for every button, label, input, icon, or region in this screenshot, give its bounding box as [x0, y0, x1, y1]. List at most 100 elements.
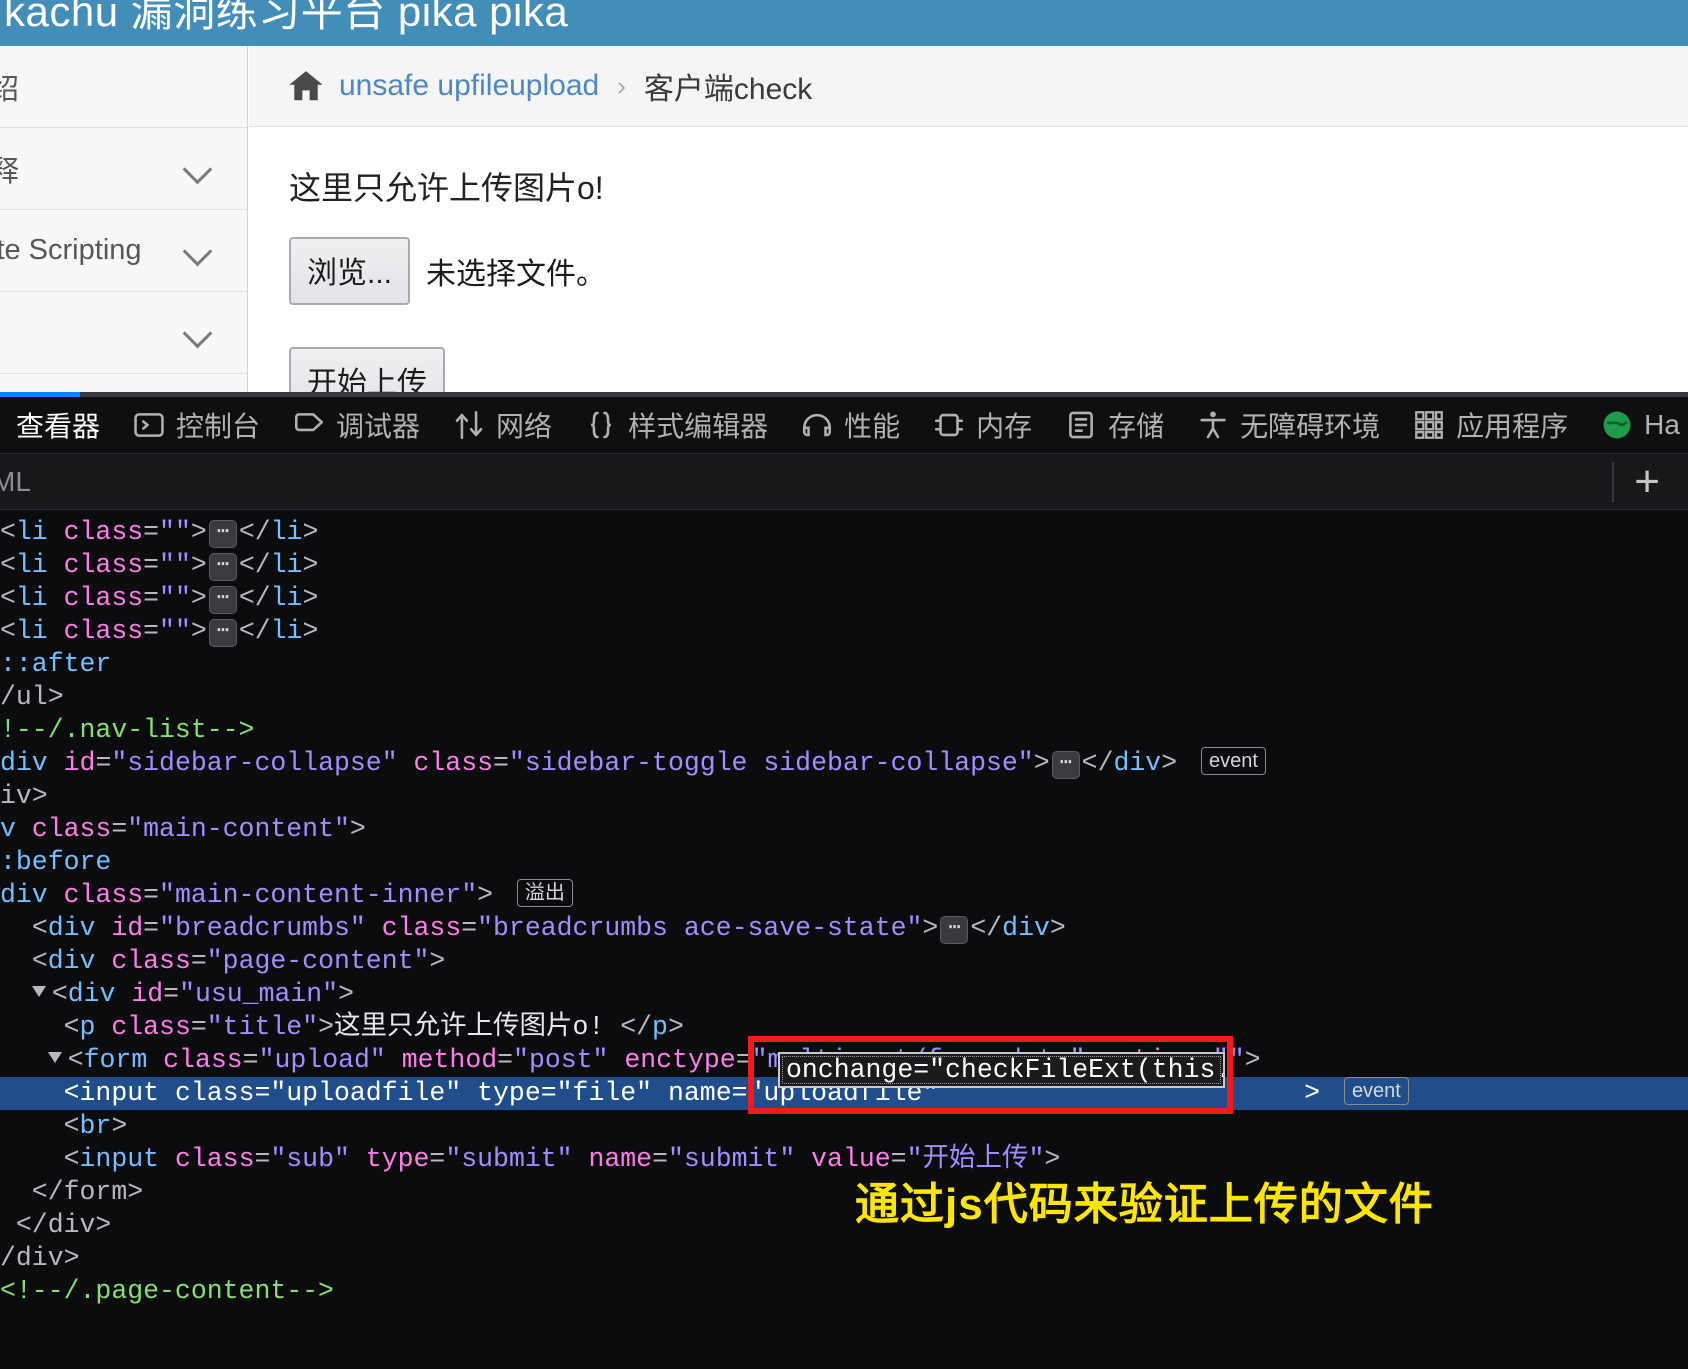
- comment-nav-list: !--/.nav-list-->: [0, 715, 255, 745]
- markup-row-title-p[interactable]: <p class="title">这里只允许上传图片o! </p>: [0, 1011, 1688, 1044]
- markup-row-br[interactable]: <br>: [0, 1110, 1688, 1143]
- memory-label: 内存: [976, 411, 1033, 442]
- markup-row[interactable]: </form>: [0, 1176, 1688, 1209]
- markup-row-page-content[interactable]: <div class="page-content">: [0, 945, 1688, 978]
- hackbar-label: Ha: [1644, 409, 1680, 440]
- markup-row[interactable]: /div>: [0, 1242, 1688, 1275]
- tab-network[interactable]: 网络: [436, 397, 568, 453]
- markup-row-input-submit[interactable]: <input class="sub" type="submit" name="s…: [0, 1143, 1688, 1176]
- debugger-label: 调试器: [336, 411, 421, 442]
- tab-storage[interactable]: 存储: [1048, 397, 1180, 453]
- markup-row-comment[interactable]: <!--/.page-content-->: [0, 1275, 1688, 1308]
- close-ul: /ul>: [0, 682, 64, 712]
- sidebar-item-1[interactable]: 释: [0, 128, 247, 210]
- style-editor-label: 样式编辑器: [628, 411, 769, 442]
- add-node-button[interactable]: +: [1634, 459, 1666, 504]
- breadcrumb-link[interactable]: unsafe upfileupload: [339, 69, 599, 103]
- sidebar-item-label: 释: [0, 148, 19, 190]
- start-upload-button[interactable]: 开始上传: [289, 347, 445, 392]
- main-content-class: "main-content": [127, 814, 350, 844]
- overflow-badge[interactable]: 溢出: [516, 879, 573, 907]
- markup-row[interactable]: /ul>: [0, 681, 1688, 714]
- markup-row[interactable]: </div>: [0, 1209, 1688, 1242]
- markup-row-breadcrumbs[interactable]: <div id="breadcrumbs" class="breadcrumbs…: [0, 912, 1688, 945]
- sidebar-collapse-class: "sidebar-toggle sidebar-collapse": [508, 748, 1034, 778]
- page-title: kachu 漏洞练习平台 pika pika: [0, 0, 1688, 46]
- debugger-icon: [295, 413, 324, 432]
- markup-panel-label: ML: [0, 465, 31, 497]
- hackbar-icon: [1603, 411, 1631, 439]
- pseudo-after-label: ::after: [0, 649, 112, 679]
- storage-icon: [1069, 411, 1094, 439]
- markup-row[interactable]: <li class=""> ⋯ </li>: [0, 582, 1688, 615]
- application-label: 应用程序: [1456, 411, 1569, 442]
- breadcrumb-separator: ›: [617, 70, 626, 101]
- close-div: iv>: [0, 781, 48, 811]
- markup-row-pseudo-after[interactable]: ::after: [0, 648, 1688, 681]
- markup-row-pseudo-before[interactable]: :before: [0, 846, 1688, 879]
- active-tab-indicator: [0, 392, 80, 397]
- chevron-down-icon: [185, 320, 211, 346]
- event-badge[interactable]: event: [1343, 1077, 1409, 1105]
- sidebar-item-3[interactable]: [0, 292, 247, 374]
- tab-inspector[interactable]: 查看器: [0, 397, 116, 453]
- sidebar-item-2[interactable]: ite Scripting: [0, 210, 247, 292]
- tab-application[interactable]: 应用程序: [1396, 397, 1584, 453]
- tab-performance[interactable]: 性能: [784, 397, 916, 453]
- event-badge[interactable]: event: [1201, 747, 1266, 775]
- accessibility-icon: [1200, 411, 1226, 439]
- chevron-down-icon: [185, 238, 211, 264]
- browse-button[interactable]: 浏览...: [289, 237, 411, 305]
- sidebar-item-label: ite Scripting: [0, 234, 142, 266]
- markup-row-comment[interactable]: !--/.nav-list-->: [0, 714, 1688, 747]
- comment-page-content: <!--/.page-content-->: [0, 1276, 334, 1306]
- tab-hackbar[interactable]: Ha: [1584, 397, 1688, 453]
- tab-memory[interactable]: 内存: [916, 397, 1048, 453]
- breadcrumbs-id: "breadcrumbs": [159, 913, 366, 943]
- markup-row-sidebar-collapse[interactable]: div id="sidebar-collapse" class="sidebar…: [0, 747, 1688, 780]
- markup-row[interactable]: <li class=""> ⋯ </li>: [0, 615, 1688, 648]
- sidebar-collapse-id: "sidebar-collapse": [111, 748, 398, 778]
- network-icon: [455, 410, 483, 440]
- close-form: </form>: [0, 1177, 144, 1207]
- tab-console[interactable]: 控制台: [116, 397, 276, 453]
- web-page: kachu 漏洞练习平台 pika pika 绍 释 ite Scripting…: [0, 0, 1688, 392]
- sidebar-item-0[interactable]: 绍: [0, 46, 247, 128]
- tab-debugger[interactable]: 调试器: [276, 397, 436, 453]
- expand-ellipsis-icon[interactable]: ⋯: [208, 553, 237, 581]
- markup-row[interactable]: <li class=""> ⋯ </li>: [0, 516, 1688, 549]
- expand-ellipsis-icon[interactable]: ⋯: [208, 586, 237, 614]
- style-editor-icon: [591, 411, 612, 439]
- markup-row[interactable]: iv>: [0, 780, 1688, 813]
- close-div-page-content: /div>: [0, 1243, 80, 1273]
- markup-row-main-content[interactable]: v class="main-content">: [0, 813, 1688, 846]
- home-icon[interactable]: [287, 67, 325, 105]
- expand-ellipsis-icon[interactable]: ⋯: [1051, 751, 1080, 779]
- expand-ellipsis-icon[interactable]: ⋯: [940, 916, 969, 944]
- markup-row-main-content-inner[interactable]: div class="main-content-inner"> 溢出: [0, 879, 1688, 912]
- input-sub-type: "submit": [445, 1144, 573, 1174]
- collapse-twisty-icon[interactable]: [47, 1052, 62, 1063]
- collapse-twisty-icon[interactable]: [31, 986, 46, 997]
- input-file-type: "file": [556, 1078, 653, 1108]
- usu-main-id: "usu_main": [179, 979, 339, 1009]
- input-sub-name: "submit": [668, 1144, 796, 1174]
- markup-row-usu-main[interactable]: <div id="usu_main">: [0, 978, 1688, 1011]
- devtools-tab-bar: 查看器 控制台 调试器 网络 样式编辑器 性能 内存 存储 无障碍环境 应用程序…: [0, 397, 1688, 454]
- devtools-panel: 查看器 控制台 调试器 网络 样式编辑器 性能 内存 存储 无障碍环境 应用程序…: [0, 392, 1688, 1369]
- content-area: unsafe upfileupload › 客户端check 这里只允许上传图片…: [249, 46, 1688, 392]
- memory-icon: [935, 413, 964, 437]
- input-sub-class: "sub": [270, 1144, 350, 1174]
- expand-ellipsis-icon[interactable]: ⋯: [208, 619, 237, 647]
- title-p-text: 这里只允许上传图片o!: [334, 1012, 605, 1042]
- attribute-editor-input[interactable]: onchange="checkFileExt(this.value)": [778, 1052, 1225, 1088]
- devtools-splitter[interactable]: [0, 392, 1688, 397]
- markup-row[interactable]: <li class=""> ⋯ </li>: [0, 549, 1688, 582]
- network-label: 网络: [496, 411, 553, 442]
- tab-style-editor[interactable]: 样式编辑器: [568, 397, 784, 453]
- no-file-selected-text: 未选择文件。: [426, 258, 607, 291]
- markup-tree[interactable]: <li class=""> ⋯ </li> <li class=""> ⋯ </li> …: [0, 510, 1688, 1346]
- main-content-inner-class: "main-content-inner": [159, 880, 478, 910]
- expand-ellipsis-icon[interactable]: ⋯: [208, 520, 237, 548]
- tab-accessibility[interactable]: 无障碍环境: [1180, 397, 1396, 453]
